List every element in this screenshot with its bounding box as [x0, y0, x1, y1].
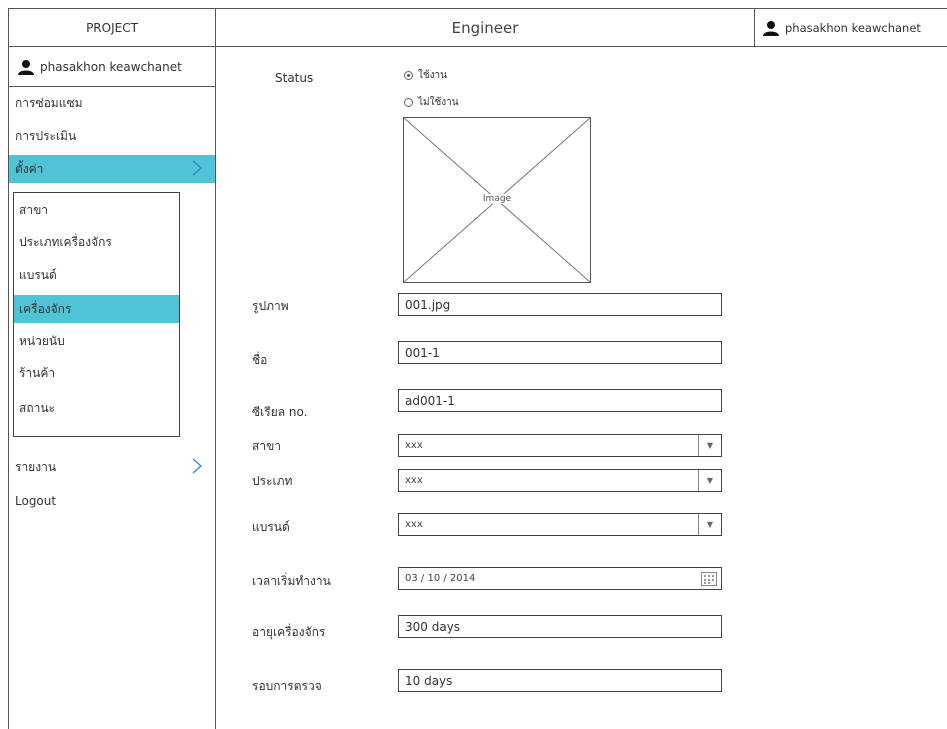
brand-select-value: xxx — [405, 519, 423, 530]
submenu-item-machine-type[interactable]: ประเภทเครื่องจักร — [14, 228, 179, 256]
sidebar-item-label: การซ่อมแซม — [15, 95, 83, 110]
branch-select[interactable]: xxx ▼ — [398, 434, 722, 457]
submenu-item-shop[interactable]: ร้านค้า — [14, 359, 179, 387]
branch-select-value: xxx — [405, 440, 423, 451]
submenu-item-label: หน่วยนับ — [19, 333, 65, 348]
submenu-item-machine[interactable]: เครื่องจักร — [14, 295, 179, 323]
status-radio-active[interactable]: ใช้งาน — [404, 68, 447, 83]
sidebar-item-label: ตั้งค่า — [15, 161, 44, 176]
inspection-cycle-label: รอบการตรวจ — [252, 679, 322, 693]
project-title: PROJECT — [86, 20, 138, 35]
chevron-right-icon — [192, 458, 202, 474]
submenu-item-label: สาขา — [19, 202, 49, 217]
settings-submenu: สาขา ประเภทเครื่องจักร แบรนด์ เครื่องจัก… — [13, 192, 180, 437]
start-date-value: 03 / 10 / 2014 — [405, 573, 476, 584]
type-select[interactable]: xxx ▼ — [398, 469, 722, 492]
submenu-item-status[interactable]: สถานะ — [14, 394, 179, 422]
user-icon — [763, 20, 779, 36]
submenu-item-label: ประเภทเครื่องจักร — [19, 234, 112, 249]
submenu-item-branch[interactable]: สาขา — [14, 196, 179, 224]
inspection-cycle-field[interactable]: 10 days — [398, 669, 722, 692]
chevron-right-icon — [192, 160, 202, 176]
start-date-field[interactable]: 03 / 10 / 2014 — [398, 567, 722, 590]
sidebar-item-label: รายงาน — [15, 459, 57, 474]
submenu-item-label: ร้านค้า — [19, 365, 56, 380]
project-header: PROJECT — [8, 8, 216, 47]
sidebar-item-logout[interactable]: Logout — [9, 487, 215, 515]
sidebar-item-repair[interactable]: การซ่อมแซม — [9, 89, 215, 117]
brand-select[interactable]: xxx ▼ — [398, 513, 722, 536]
submenu-item-unit[interactable]: หน่วยนับ — [14, 327, 179, 355]
type-select-value: xxx — [405, 475, 423, 486]
image-field[interactable]: 001.jpg — [398, 293, 722, 316]
page-title: Engineer — [451, 18, 519, 37]
image-placeholder[interactable]: Image — [403, 117, 591, 283]
sidebar-item-report[interactable]: รายงาน — [9, 453, 215, 481]
sidebar-item-settings[interactable]: ตั้งค่า — [9, 155, 215, 183]
chevron-down-icon: ▼ — [698, 514, 721, 535]
radio-label: ไม่ใช้งาน — [418, 97, 459, 108]
inspection-cycle-value: 10 days — [405, 673, 453, 688]
image-placeholder-label: Image — [404, 194, 590, 204]
name-field-value: 001-1 — [405, 345, 440, 360]
radio-selected-icon — [404, 71, 413, 80]
header-user[interactable]: phasakhon keawchanet — [754, 8, 947, 47]
submenu-item-label: เครื่องจักร — [19, 301, 72, 316]
name-field-label: ชื่อ — [252, 353, 268, 367]
chevron-down-icon: ▼ — [698, 435, 721, 456]
submenu-item-label: แบรนด์ — [19, 267, 57, 282]
image-placeholder-text: Image — [480, 194, 514, 204]
calendar-icon[interactable] — [697, 568, 721, 589]
branch-field-label: สาขา — [252, 439, 282, 453]
radio-label: ใช้งาน — [418, 70, 448, 81]
user-icon — [18, 59, 34, 75]
machine-age-label: อายุเครื่องจักร — [252, 625, 326, 639]
name-field[interactable]: 001-1 — [398, 341, 722, 364]
machine-age-value: 300 days — [405, 619, 461, 634]
start-date-label: เวลาเริ่มทำงาน — [252, 574, 331, 588]
sidebar-item-label: Logout — [15, 494, 57, 508]
serial-field[interactable]: ad001-1 — [398, 389, 722, 412]
header-user-name: phasakhon keawchanet — [785, 20, 921, 35]
machine-age-field[interactable]: 300 days — [398, 615, 722, 638]
sidebar-item-label: การประเมิน — [15, 128, 77, 143]
serial-field-label: ซีเรียล no. — [252, 405, 308, 419]
submenu-item-brand[interactable]: แบรนด์ — [14, 261, 179, 289]
chevron-down-icon: ▼ — [698, 470, 721, 491]
radio-unselected-icon — [404, 98, 413, 107]
image-field-label: รูปภาพ — [252, 299, 289, 313]
sidebar-user-name: phasakhon keawchanet — [40, 59, 182, 74]
status-label: Status — [275, 71, 314, 85]
brand-field-label: แบรนด์ — [252, 520, 290, 534]
submenu-item-label: สถานะ — [19, 400, 55, 415]
sidebar-user[interactable]: phasakhon keawchanet — [8, 47, 216, 87]
status-radio-inactive[interactable]: ไม่ใช้งาน — [404, 95, 459, 110]
serial-field-value: ad001-1 — [405, 393, 455, 408]
sidebar-item-evaluation[interactable]: การประเมิน — [9, 122, 215, 150]
page-title-bar: Engineer — [215, 8, 755, 47]
image-field-value: 001.jpg — [405, 297, 451, 312]
type-field-label: ประเภท — [252, 474, 293, 488]
